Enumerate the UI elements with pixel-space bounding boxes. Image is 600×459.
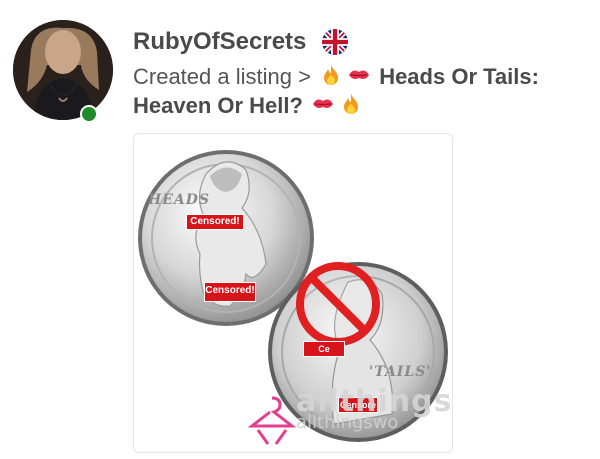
fire-emoji-icon (339, 92, 363, 116)
listing-image[interactable]: HEADS 'TAILS' Censored! Censored! Ce Cen… (133, 133, 453, 453)
username-link[interactable]: RubyOfSecrets (133, 28, 306, 56)
censor-badge: Censored! (204, 282, 256, 302)
online-status-indicator (80, 105, 98, 123)
uk-flag-icon (322, 29, 349, 55)
coin-heads-label: HEADS (148, 192, 211, 208)
avatar-photo (13, 20, 113, 120)
watermark-small: allthingswo (296, 412, 399, 433)
kiss-emoji-icon (311, 92, 335, 116)
censor-badge: Censored! (186, 214, 244, 230)
prohibited-icon (296, 262, 380, 346)
fire-emoji-icon (319, 63, 343, 87)
activity-prefix: Created a listing > (133, 64, 311, 89)
coin-tails-label: 'TAILS' (369, 364, 432, 380)
kiss-emoji-icon (347, 63, 371, 87)
activity-description: Created a listing > Heads Or Tails: Heav… (133, 62, 573, 120)
avatar[interactable] (13, 20, 113, 120)
post-header: RubyOfSecrets (133, 28, 349, 56)
censor-badge: Ce (303, 341, 345, 357)
